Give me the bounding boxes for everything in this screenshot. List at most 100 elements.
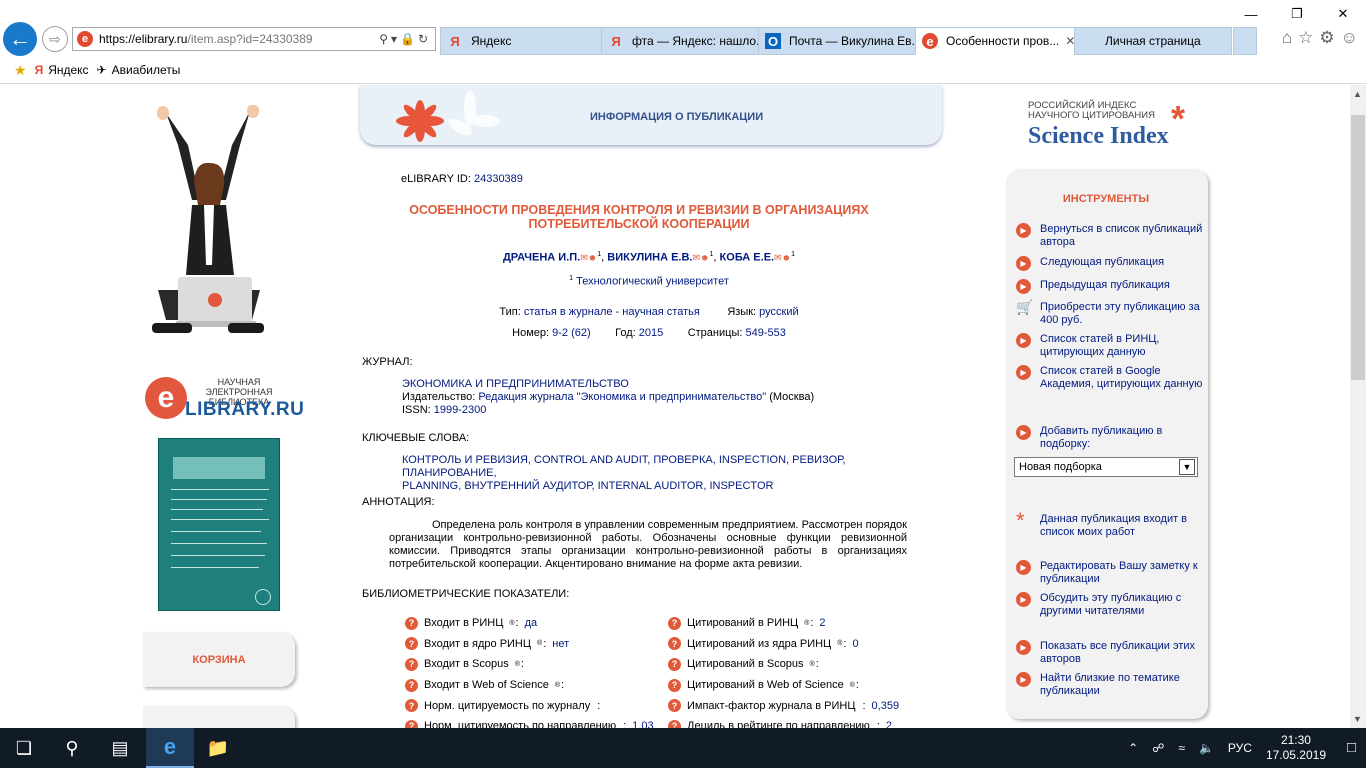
keywords-line[interactable]: PLANNING, ВНУТРЕННИЙ АУДИТОР, INTERNAL A… — [402, 480, 922, 493]
settings-gear-icon[interactable]: ⚙ — [1319, 28, 1334, 48]
metric-value[interactable]: 0 — [852, 638, 858, 650]
metric-value[interactable]: 2 — [886, 720, 892, 728]
help-icon[interactable]: ? — [668, 657, 681, 671]
tab-mail[interactable]: O Почта — Викулина Ев... — [758, 27, 916, 55]
abstract-text: Определена роль контроля в управлении со… — [389, 519, 907, 570]
tool-in-my-works[interactable]: * Данная публикация входит в список моих … — [1016, 508, 1204, 539]
author-link[interactable]: КОБА Е.Е. — [720, 252, 775, 264]
address-tools-icon[interactable]: ⚲▾🔒↻ — [379, 32, 431, 46]
tray-chevron-icon[interactable]: ⌃ — [1128, 741, 1138, 755]
tool-rinc-citing-list[interactable]: ▶ Список статей в РИНЦ, цитирующих данную — [1016, 333, 1204, 359]
tool-label: Обсудить эту публикацию с другими читате… — [1040, 592, 1182, 617]
publisher-link[interactable]: Редакция журнала "Экономика и предприним… — [478, 391, 766, 403]
minimize-icon[interactable]: — — [1228, 0, 1274, 28]
windows-start-icon[interactable]: ❏ — [0, 728, 48, 768]
science-index-subtitle: РОССИЙСКИЙ ИНДЕКС НАУЧНОГО ЦИТИРОВАНИЯ — [1028, 101, 1155, 121]
keywords-line[interactable]: КОНТРОЛЬ И РЕВИЗИЯ, CONTROL AND AUDIT, П… — [402, 454, 922, 480]
tab-yandex[interactable]: Я Яндекс — [440, 27, 602, 55]
favorites-star-icon[interactable]: ☆ — [1298, 28, 1313, 48]
tool-google-scholar-citing[interactable]: ▶ Список статей в Google Академия, цитиру… — [1016, 365, 1204, 391]
journal-name-link[interactable]: ЭКОНОМИКА И ПРЕДПРИНИМАТЕЛЬСТВО — [402, 378, 922, 391]
tool-back-to-author-list[interactable]: ▶ Вернуться в список публикаций автора — [1016, 223, 1204, 249]
metric-label: Цитирований в РИНЦ — [687, 617, 799, 630]
notifications-icon[interactable]: □ — [1347, 739, 1356, 756]
arrow-right-icon: ▶ — [1016, 592, 1031, 607]
metric-value[interactable]: нет — [552, 638, 569, 650]
favorite-yandex[interactable]: Я Яндекс — [35, 63, 89, 77]
tab-elibrary-active[interactable]: e Особенности пров... ✕ — [915, 27, 1075, 55]
back-button[interactable]: ← — [3, 22, 37, 56]
window-close-icon[interactable]: ✕ — [1320, 0, 1366, 28]
help-icon[interactable]: ? — [668, 699, 681, 713]
author-mail-icon[interactable]: ✉☻ — [774, 253, 791, 263]
tab-personal-page[interactable]: Личная страница — [1074, 27, 1232, 55]
power-icon[interactable]: ☍ — [1152, 741, 1164, 755]
cart-button[interactable]: КОРЗИНА — [143, 632, 295, 687]
asterisk-icon: * — [1016, 508, 1025, 533]
metric-value[interactable]: 2 — [819, 617, 825, 629]
help-icon[interactable]: ? — [668, 678, 681, 692]
metric-label: Цитирований из ядра РИНЦ — [687, 637, 832, 650]
metric-value[interactable]: да — [525, 617, 538, 629]
new-tab-button[interactable] — [1233, 27, 1257, 55]
help-icon[interactable]: ? — [668, 616, 681, 630]
help-icon[interactable]: ? — [405, 616, 418, 630]
wifi-icon[interactable]: ≈ — [1178, 741, 1185, 755]
help-icon[interactable]: ? — [405, 637, 418, 651]
address-bar[interactable]: e https://elibrary.ru/item.asp?id=243303… — [72, 27, 436, 51]
issn-link[interactable]: 1999-2300 — [434, 404, 487, 416]
internet-explorer-icon[interactable]: e — [146, 728, 194, 768]
science-index-logo[interactable]: РОССИЙСКИЙ ИНДЕКС НАУЧНОГО ЦИТИРОВАНИЯ S… — [1028, 101, 1208, 153]
tool-previous-publication[interactable]: ▶ Предыдущая публикация — [1016, 279, 1204, 294]
tool-show-authors-publications[interactable]: ▶ Показать все публикации этих авторов — [1016, 640, 1204, 666]
author-link[interactable]: ВИКУЛИНА Е.В. — [607, 252, 692, 264]
search-icon[interactable]: ⚲ — [48, 728, 96, 768]
help-icon[interactable]: ? — [405, 719, 418, 728]
maximize-icon[interactable]: ❐ — [1274, 0, 1320, 28]
scroll-up-icon[interactable]: ▲ — [1353, 89, 1362, 99]
input-language[interactable]: РУС — [1228, 741, 1252, 755]
help-icon[interactable]: ? — [405, 699, 418, 713]
tab-yandex-search[interactable]: Я фта — Яндекс: нашло... — [601, 27, 759, 55]
volume-icon[interactable]: 🔈 — [1199, 741, 1214, 755]
author-mail-icon[interactable]: ✉☻ — [693, 253, 710, 263]
tab-label: Личная страница — [1105, 34, 1201, 48]
clock[interactable]: 21:30 17.05.2019 — [1266, 733, 1326, 763]
author-mail-icon[interactable]: ✉☻ — [580, 253, 597, 263]
scrollbar-thumb[interactable] — [1351, 115, 1365, 380]
affiliation-link[interactable]: Технологический университет — [576, 276, 729, 288]
tool-add-to-collection[interactable]: ▶ Добавить публикацию в подборку: — [1016, 425, 1204, 451]
smiley-icon[interactable]: ☺ — [1341, 28, 1358, 48]
tools-panel: ИНСТРУМЕНТЫ ▶ Вернуться в список публикац… — [1006, 169, 1208, 719]
help-icon[interactable]: ? — [405, 657, 418, 671]
mascot-girl-laptop-image — [152, 105, 264, 333]
metric-value[interactable]: 0,359 — [872, 700, 900, 712]
tool-discuss[interactable]: ▶ Обсудить эту публикацию с другими читат… — [1016, 592, 1204, 618]
chevron-down-icon[interactable]: ▼ — [1179, 459, 1195, 475]
tool-buy-publication[interactable]: 🛒 Приобрести эту публикацию за 400 руб. — [1016, 300, 1204, 327]
help-icon[interactable]: ? — [405, 678, 418, 692]
tab-label: Особенности пров... — [946, 34, 1060, 48]
collection-select[interactable]: Новая подборка ▼ — [1014, 457, 1198, 477]
forward-button[interactable]: ⇨ — [42, 26, 68, 52]
tool-edit-note[interactable]: ▶ Редактировать Вашу заметку к публикации — [1016, 560, 1204, 586]
task-view-icon[interactable]: ▤ — [96, 728, 144, 768]
journal-cover-image[interactable] — [158, 438, 280, 611]
tool-find-similar[interactable]: ▶ Найти близкие по тематике публикации — [1016, 672, 1204, 698]
scroll-down-icon[interactable]: ▼ — [1353, 714, 1362, 724]
add-favorite-star-icon[interactable]: ★ — [14, 62, 27, 79]
metric-value[interactable]: 1,03 — [632, 720, 653, 728]
favorite-aviabilety[interactable]: ✈ Авиабилеты — [97, 63, 181, 77]
issue-number-link[interactable]: 9-2 (62) — [552, 327, 591, 339]
metric-row: ? Цитирований в Web of Science ®: — [668, 675, 928, 696]
left-menu-button[interactable] — [143, 706, 295, 728]
help-icon[interactable]: ? — [668, 719, 681, 728]
elibrary-logo[interactable]: e НАУЧНАЯ ЭЛЕКТРОННАЯ БИБЛИОТЕКА LIBRARY… — [145, 375, 305, 420]
favorite-label: Яндекс — [48, 63, 89, 77]
help-icon[interactable]: ? — [668, 637, 681, 651]
arrow-right-icon: ▶ — [1016, 640, 1031, 655]
author-link[interactable]: ДРАЧЕНА И.П. — [503, 252, 580, 264]
file-explorer-icon[interactable]: 📁 — [194, 728, 242, 768]
home-icon[interactable]: ⌂ — [1282, 28, 1292, 48]
tool-next-publication[interactable]: ▶ Следующая публикация — [1016, 256, 1204, 271]
